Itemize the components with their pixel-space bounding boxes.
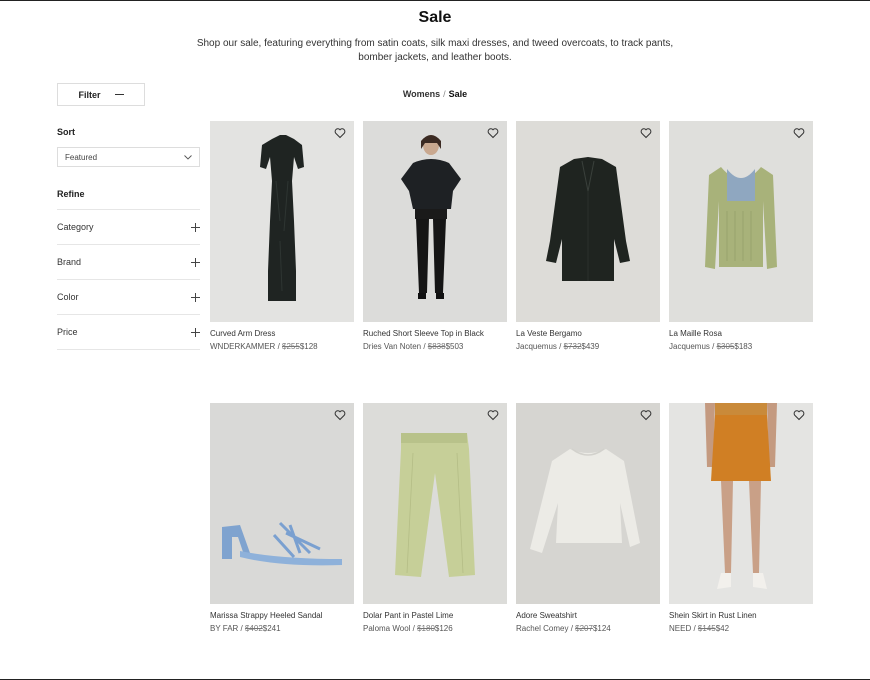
product-image[interactable]: [363, 403, 507, 604]
refine-item-label: Color: [57, 292, 79, 302]
breadcrumb-womens[interactable]: Womens: [403, 89, 440, 99]
product-meta: NEED / $145$42: [669, 624, 730, 633]
product-card[interactable]: Curved Arm Dress WNDERKAMMER / $255$128: [210, 121, 354, 351]
product-card[interactable]: Marissa Strappy Heeled Sandal BY FAR / $…: [210, 403, 354, 633]
heart-icon[interactable]: [793, 409, 805, 421]
product-brand: Jacquemus: [669, 342, 710, 351]
skirt-image: [669, 403, 813, 604]
refine-label: Refine: [57, 189, 85, 199]
original-price: $145: [697, 624, 716, 633]
product-name[interactable]: La Veste Bergamo: [516, 329, 660, 338]
plus-icon: [191, 222, 200, 232]
plus-icon: [191, 327, 200, 337]
product-card[interactable]: Dolar Pant in Pastel Lime Paloma Wool / …: [363, 403, 507, 633]
dress-image: [210, 121, 354, 322]
product-image[interactable]: [516, 121, 660, 322]
product-brand: Rachel Comey: [516, 624, 569, 633]
heart-icon[interactable]: [640, 409, 652, 421]
product-meta: BY FAR / $402$241: [210, 624, 281, 633]
product-name[interactable]: Marissa Strappy Heeled Sandal: [210, 611, 354, 620]
product-brand: Dries Van Noten: [363, 342, 422, 351]
heart-icon[interactable]: [334, 127, 346, 139]
page-description: Shop our sale, featuring everything from…: [196, 38, 674, 63]
sort-select[interactable]: Featured: [57, 147, 200, 167]
original-price: $732: [563, 342, 582, 351]
product-meta: Rachel Comey / $207$124: [516, 624, 611, 633]
product-image[interactable]: [210, 121, 354, 322]
breadcrumb-separator: /: [443, 89, 446, 99]
refine-item-category[interactable]: Category: [57, 210, 200, 245]
pants-image: [363, 403, 507, 604]
heart-icon[interactable]: [793, 127, 805, 139]
product-meta: Jacquemus / $732$439: [516, 342, 600, 351]
original-price: $180: [417, 624, 435, 633]
plus-icon: [191, 292, 200, 302]
product-brand: Paloma Wool: [363, 624, 411, 633]
chevron-down-icon: [184, 154, 192, 160]
product-card[interactable]: La Veste Bergamo Jacquemus / $732$439: [516, 121, 660, 351]
product-brand: NEED: [669, 624, 692, 633]
heart-icon[interactable]: [487, 127, 499, 139]
sale-price: $241: [262, 624, 281, 633]
refine-item-price[interactable]: Price: [57, 315, 200, 350]
breadcrumb: Womens / Sale: [0, 89, 870, 99]
blazer-image: [516, 121, 660, 322]
original-price: $305: [716, 342, 735, 351]
knit-top-image: [669, 121, 813, 322]
product-name[interactable]: Curved Arm Dress: [210, 329, 354, 338]
product-name[interactable]: Dolar Pant in Pastel Lime: [363, 611, 507, 620]
product-meta: WNDERKAMMER / $255$128: [210, 342, 318, 351]
product-name[interactable]: La Maille Rosa: [669, 329, 813, 338]
product-card[interactable]: La Maille Rosa Jacquemus / $305$183: [669, 121, 813, 351]
refine-item-label: Category: [57, 222, 94, 232]
product-card[interactable]: Adore Sweatshirt Rachel Comey / $207$124: [516, 403, 660, 633]
model-image: [363, 121, 507, 322]
sale-price: $124: [592, 624, 611, 633]
refine-item-label: Brand: [57, 257, 82, 267]
sale-price: $183: [734, 342, 753, 351]
product-brand: Jacquemus: [516, 342, 557, 351]
original-price: $838: [427, 342, 446, 351]
plus-icon: [191, 257, 200, 267]
sale-price: $439: [581, 342, 600, 351]
product-name[interactable]: Ruched Short Sleeve Top in Black: [363, 329, 507, 338]
heart-icon[interactable]: [487, 409, 499, 421]
product-image[interactable]: [363, 121, 507, 322]
sale-price: $128: [299, 342, 318, 351]
sort-label: Sort: [57, 127, 75, 137]
refine-item-brand[interactable]: Brand: [57, 245, 200, 280]
sale-price: $503: [445, 342, 464, 351]
sweatshirt-image: [516, 403, 660, 604]
product-brand: WNDERKAMMER: [210, 342, 276, 351]
refine-item-label: Price: [57, 327, 78, 337]
sandal-image: [210, 403, 354, 604]
refine-item-color[interactable]: Color: [57, 280, 200, 315]
product-meta: Paloma Wool / $180$126: [363, 624, 453, 633]
product-image[interactable]: [516, 403, 660, 604]
page-title: Sale: [418, 9, 452, 26]
product-image[interactable]: [210, 403, 354, 604]
breadcrumb-current: Sale: [448, 89, 468, 99]
original-price: $402: [244, 624, 263, 633]
product-name[interactable]: Adore Sweatshirt: [516, 611, 660, 620]
heart-icon[interactable]: [640, 127, 652, 139]
heart-icon[interactable]: [334, 409, 346, 421]
sale-price: $126: [434, 624, 453, 633]
product-meta: Dries Van Noten / $838$503: [363, 342, 464, 351]
refine-list: Category Brand Color Price: [57, 209, 200, 350]
product-meta: Jacquemus / $305$183: [669, 342, 753, 351]
product-brand: BY FAR: [210, 624, 239, 633]
original-price: $207: [575, 624, 593, 633]
sale-price: $42: [715, 624, 730, 633]
original-price: $255: [282, 342, 300, 351]
product-name[interactable]: Shein Skirt in Rust Linen: [669, 611, 813, 620]
product-card[interactable]: Ruched Short Sleeve Top in Black Dries V…: [363, 121, 507, 351]
sort-selected-value: Featured: [65, 152, 98, 162]
product-image[interactable]: [669, 403, 813, 604]
product-card[interactable]: Shein Skirt in Rust Linen NEED / $145$42: [669, 403, 813, 633]
product-image[interactable]: [669, 121, 813, 322]
